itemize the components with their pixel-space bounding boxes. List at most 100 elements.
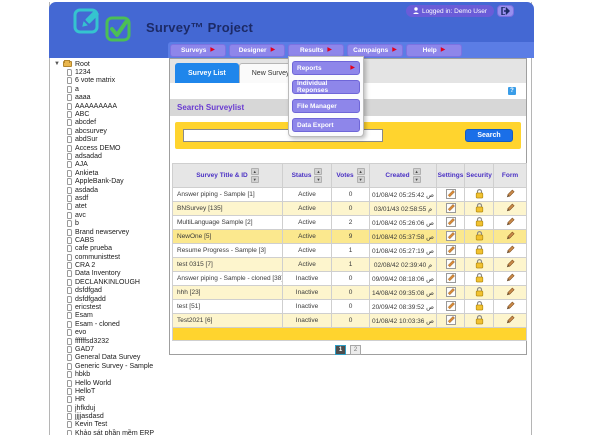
sort-asc-button[interactable]: ▲ (314, 168, 322, 175)
settings-icon[interactable] (446, 287, 456, 299)
tree-root-node[interactable]: ▼ Root (54, 60, 169, 68)
tree-item[interactable]: jhfkduj (54, 404, 169, 412)
tree-item[interactable]: AJA (54, 161, 169, 169)
tree-item[interactable]: ffffffsd3232 (54, 337, 169, 345)
survey-title-cell[interactable]: hhh [23] (173, 286, 283, 300)
tree-item[interactable]: hbkb (54, 370, 169, 378)
security-lock-icon[interactable] (475, 231, 484, 243)
security-lock-icon[interactable] (475, 245, 484, 257)
tree-item[interactable]: CABS (54, 236, 169, 244)
form-pencil-icon[interactable] (505, 259, 515, 271)
logout-button[interactable] (497, 5, 514, 17)
tree-item[interactable]: AAAAAAAAA (54, 102, 169, 110)
tree-item[interactable]: abdSur (54, 136, 169, 144)
tree-item[interactable]: b (54, 219, 169, 227)
security-lock-icon[interactable] (475, 287, 484, 299)
tree-item[interactable]: dsfdfgadd (54, 295, 169, 303)
security-lock-icon[interactable] (475, 301, 484, 313)
survey-title-cell[interactable]: Answer piping - Sample [1] (173, 188, 283, 202)
tree-item[interactable]: cafe prueba (54, 245, 169, 253)
tree-item[interactable]: 1234 (54, 68, 169, 76)
tree-item[interactable]: atet (54, 203, 169, 211)
tree-item[interactable]: Kevin Test (54, 421, 169, 429)
sort-asc-button[interactable]: ▲ (357, 168, 365, 175)
form-pencil-icon[interactable] (505, 301, 515, 313)
tree-item[interactable]: asdada (54, 186, 169, 194)
dropdown-menu-item[interactable]: File Manager (292, 99, 360, 113)
tree-item[interactable]: communisttest (54, 253, 169, 261)
sort-asc-button[interactable]: ▲ (413, 168, 421, 175)
tree-item[interactable]: HelloT (54, 387, 169, 395)
tree-item[interactable]: abcsurvey (54, 127, 169, 135)
settings-icon[interactable] (446, 217, 456, 229)
tree-item[interactable]: Esam - cloned (54, 320, 169, 328)
nav-menu-designer[interactable]: Designer ▶ (229, 44, 285, 57)
dropdown-menu-item[interactable]: Individual Reponses (292, 80, 360, 94)
tree-item[interactable]: Esam (54, 312, 169, 320)
sort-desc-button[interactable]: ▼ (314, 176, 322, 183)
form-pencil-icon[interactable] (505, 217, 515, 229)
tree-item[interactable]: Generic Survey - Sample (54, 362, 169, 370)
sort-desc-button[interactable]: ▼ (357, 176, 365, 183)
settings-icon[interactable] (446, 301, 456, 313)
tab[interactable]: Survey List (175, 63, 239, 83)
security-lock-icon[interactable] (475, 217, 484, 229)
tree-item[interactable]: 6 vote matrix (54, 77, 169, 85)
tree-item[interactable]: avc (54, 211, 169, 219)
settings-icon[interactable] (446, 203, 456, 215)
tree-item[interactable]: Brand newservey (54, 228, 169, 236)
tree-item[interactable]: ericstest (54, 303, 169, 311)
tree-item[interactable]: adsadad (54, 152, 169, 160)
tree-item[interactable]: GAD7 (54, 345, 169, 353)
tree-item[interactable]: Hello World (54, 379, 169, 387)
tree-item[interactable]: AppleBank-Day (54, 177, 169, 185)
tree-item[interactable]: a (54, 85, 169, 93)
form-pencil-icon[interactable] (505, 189, 515, 201)
security-lock-icon[interactable] (475, 273, 484, 285)
sort-desc-button[interactable]: ▼ (251, 176, 259, 183)
survey-title-cell[interactable]: Answer piping - Sample - cloned [38] (173, 272, 283, 286)
tree-item[interactable]: Access DEMO (54, 144, 169, 152)
form-pencil-icon[interactable] (505, 203, 515, 215)
help-icon[interactable]: ? (508, 87, 516, 95)
sort-asc-button[interactable]: ▲ (251, 168, 259, 175)
settings-icon[interactable] (446, 189, 456, 201)
settings-icon[interactable] (446, 259, 456, 271)
nav-menu-help[interactable]: Help ▶ (406, 44, 462, 57)
tree-item[interactable]: General Data Survey (54, 354, 169, 362)
form-pencil-icon[interactable] (505, 245, 515, 257)
form-pencil-icon[interactable] (505, 231, 515, 243)
search-button[interactable]: Search (465, 129, 513, 142)
tree-item[interactable]: abcdef (54, 119, 169, 127)
page-button[interactable]: 1 (335, 345, 346, 355)
tree-item[interactable]: aaaa (54, 94, 169, 102)
expander-icon[interactable]: ▼ (54, 61, 60, 67)
survey-title-cell[interactable]: MultiLanguage Sample [2] (173, 216, 283, 230)
tree-item[interactable]: HR (54, 396, 169, 404)
dropdown-menu-item[interactable]: Reports ▶ (292, 61, 360, 75)
survey-title-cell[interactable]: test [51] (173, 300, 283, 314)
page-button[interactable]: 2 (350, 345, 361, 355)
sort-desc-button[interactable]: ▼ (413, 176, 421, 183)
security-lock-icon[interactable] (475, 259, 484, 271)
security-lock-icon[interactable] (475, 315, 484, 327)
security-lock-icon[interactable] (475, 203, 484, 215)
tree-item[interactable]: evo (54, 329, 169, 337)
form-pencil-icon[interactable] (505, 273, 515, 285)
survey-title-cell[interactable]: BNSurvey [135] (173, 202, 283, 216)
security-lock-icon[interactable] (475, 189, 484, 201)
tree-item[interactable]: Data Inventory (54, 270, 169, 278)
survey-title-cell[interactable]: Test2021 [6] (173, 314, 283, 328)
form-pencil-icon[interactable] (505, 287, 515, 299)
tree-item[interactable]: CRA 2 (54, 261, 169, 269)
nav-menu-campaigns[interactable]: Campaigns ▶ (347, 44, 403, 57)
tree-item[interactable]: asdf (54, 194, 169, 202)
settings-icon[interactable] (446, 273, 456, 285)
tree-item[interactable]: Ankieta (54, 169, 169, 177)
nav-menu-surveys[interactable]: Surveys ▶ (170, 44, 226, 57)
settings-icon[interactable] (446, 245, 456, 257)
tree-item[interactable]: DECLANKINLOUGH (54, 278, 169, 286)
settings-icon[interactable] (446, 231, 456, 243)
tree-item[interactable]: jjjjasdasd (54, 412, 169, 420)
nav-menu-results[interactable]: Results ▶ (288, 44, 344, 57)
